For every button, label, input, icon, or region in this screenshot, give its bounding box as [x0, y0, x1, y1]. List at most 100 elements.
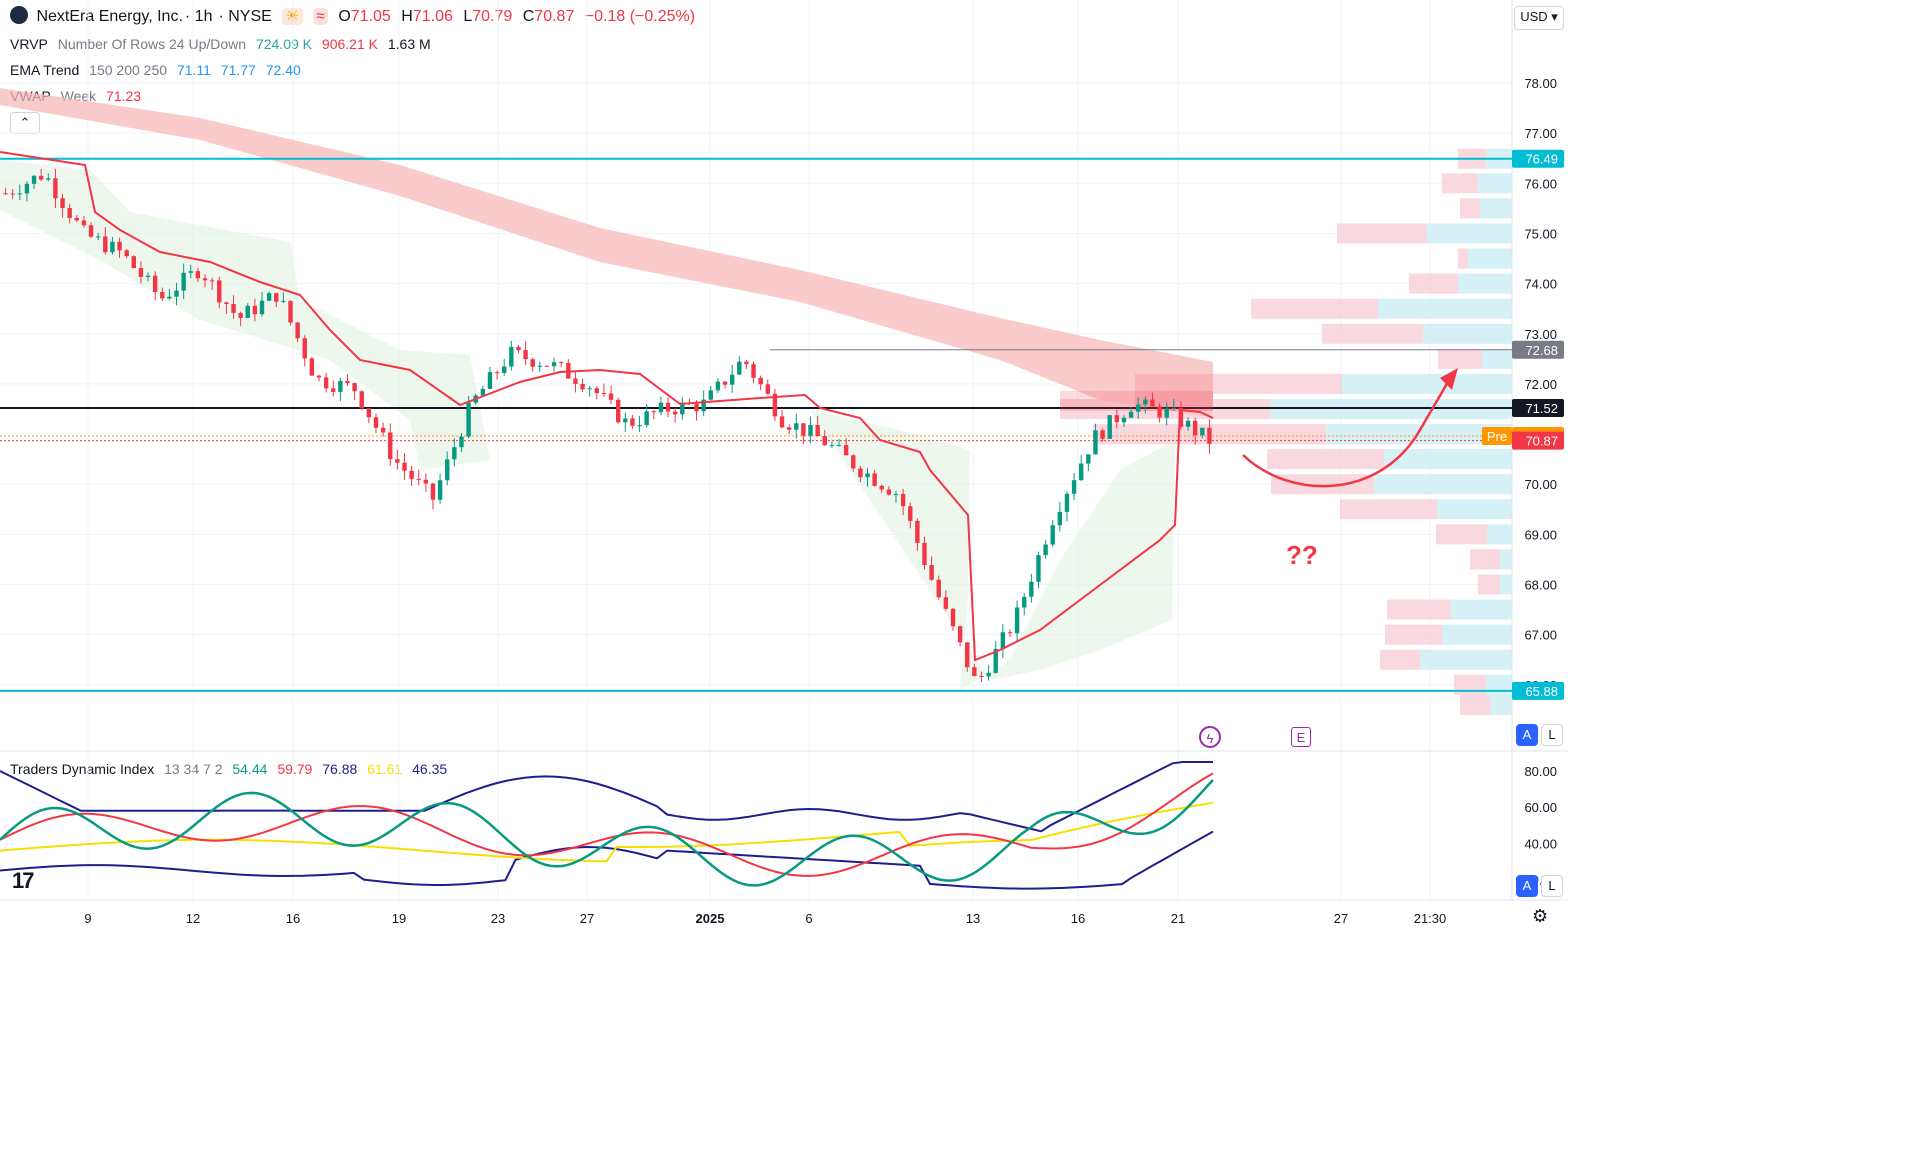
log-scale-button[interactable]: L — [1541, 724, 1563, 746]
volume-profile-up-row — [1342, 373, 1512, 394]
candle-body — [872, 473, 877, 486]
candle-body — [402, 462, 407, 471]
time-tick-label: 12 — [186, 911, 200, 926]
candle-body — [1185, 420, 1191, 427]
candle-body — [601, 393, 607, 395]
candle-body — [516, 346, 521, 351]
candle-body — [224, 302, 229, 305]
tdi-auto-scale-button[interactable]: A — [1516, 875, 1538, 897]
candle-body — [523, 350, 528, 360]
candle-body — [908, 506, 913, 521]
candle-body — [858, 468, 863, 478]
candle-body — [3, 193, 8, 195]
candle-body — [252, 305, 258, 315]
candle-body — [1171, 407, 1177, 409]
candle-body — [480, 388, 486, 396]
candle-body — [573, 378, 578, 384]
candle-body — [245, 305, 250, 318]
time-tick-label: 19 — [392, 911, 406, 926]
candle-body — [851, 455, 856, 469]
candle-body — [608, 393, 614, 400]
candle-body — [929, 564, 934, 580]
candle-body — [1029, 581, 1034, 597]
volume-profile-up-row — [1442, 624, 1512, 645]
volume-profile-up-row — [1482, 348, 1512, 369]
candle-body — [331, 388, 336, 392]
candle-body — [167, 296, 172, 299]
volume-profile-up-row — [1374, 474, 1512, 495]
candle-body — [665, 402, 671, 412]
volume-profile-up-row — [1500, 574, 1512, 595]
tdi-pane — [0, 761, 1214, 890]
candle-body — [936, 579, 941, 598]
candle-body — [295, 322, 300, 339]
candle-body — [95, 236, 101, 238]
candle-body — [46, 178, 51, 180]
candle-body — [494, 372, 500, 374]
candle-body — [544, 365, 550, 367]
price-tick-label: 74.00 — [1524, 277, 1557, 292]
settings-gear-icon[interactable]: ⚙ — [1532, 906, 1548, 927]
candle-body — [345, 380, 350, 384]
volume-profile-down-row — [1438, 348, 1482, 369]
tdi-tick-label: 40.00 — [1524, 836, 1557, 851]
auto-scale-button[interactable]: A — [1516, 724, 1538, 746]
candle-body — [1157, 406, 1162, 418]
candle-body — [537, 365, 543, 367]
candle-body — [694, 403, 699, 412]
candle-body — [715, 381, 721, 391]
chart-canvas[interactable]: 78.0077.0076.0075.0074.0073.0072.0071.00… — [0, 0, 1568, 936]
candle-body — [309, 358, 315, 376]
candle-body — [1007, 632, 1013, 634]
time-tick-label: 6 — [805, 911, 812, 926]
candle-body — [558, 362, 564, 364]
candle-body — [1121, 417, 1127, 423]
candle-body — [979, 676, 984, 678]
candle-body — [195, 271, 201, 279]
candle-body — [630, 418, 635, 426]
candle-body — [1071, 480, 1077, 494]
candle-body — [779, 416, 785, 428]
candle-body — [1079, 463, 1084, 481]
candle-body — [751, 364, 756, 378]
volume-profile-up-row — [1427, 223, 1512, 244]
candle-body — [138, 268, 144, 277]
candle-body — [1000, 632, 1006, 649]
price-tick-label: 70.00 — [1524, 477, 1557, 492]
volume-profile-down-row — [1436, 524, 1487, 545]
vwap-band-area — [810, 410, 1175, 690]
candle-body — [288, 300, 293, 323]
lightning-icon[interactable]: ϟ — [1199, 726, 1221, 748]
candle-body — [1022, 596, 1027, 608]
candle-body — [986, 672, 991, 677]
price-tick-label: 67.00 — [1524, 628, 1557, 643]
candle-body — [836, 445, 842, 447]
candle-body — [437, 480, 443, 500]
candle-body — [338, 380, 343, 392]
candle-body — [10, 193, 15, 195]
time-tick-label: 27 — [1334, 911, 1348, 926]
question-annotation[interactable]: ?? — [1286, 540, 1318, 571]
candle-body — [359, 391, 364, 409]
tdi-log-scale-button[interactable]: L — [1541, 875, 1563, 897]
candle-body — [366, 408, 372, 418]
candle-body — [886, 489, 892, 495]
candle-body — [152, 275, 158, 293]
volume-profile-down-row — [1478, 574, 1500, 595]
candle-body — [202, 278, 208, 281]
price-badge-label: 72.68 — [1525, 343, 1558, 358]
candle-body — [1143, 399, 1148, 405]
price-badge-label: 76.49 — [1525, 152, 1558, 167]
candle-body — [744, 361, 749, 365]
volume-profile-down-row — [1458, 248, 1468, 269]
candle-body — [530, 359, 535, 367]
volume-profile-down-row — [1387, 599, 1451, 620]
earnings-marker[interactable]: E — [1291, 727, 1311, 747]
candle-body — [637, 425, 642, 427]
volume-profile-up-row — [1500, 549, 1512, 570]
candle-body — [672, 411, 678, 415]
candle-body — [1064, 493, 1070, 512]
candle-body — [323, 377, 329, 389]
candle-body — [801, 423, 806, 436]
volume-profile-up-row — [1420, 649, 1512, 670]
